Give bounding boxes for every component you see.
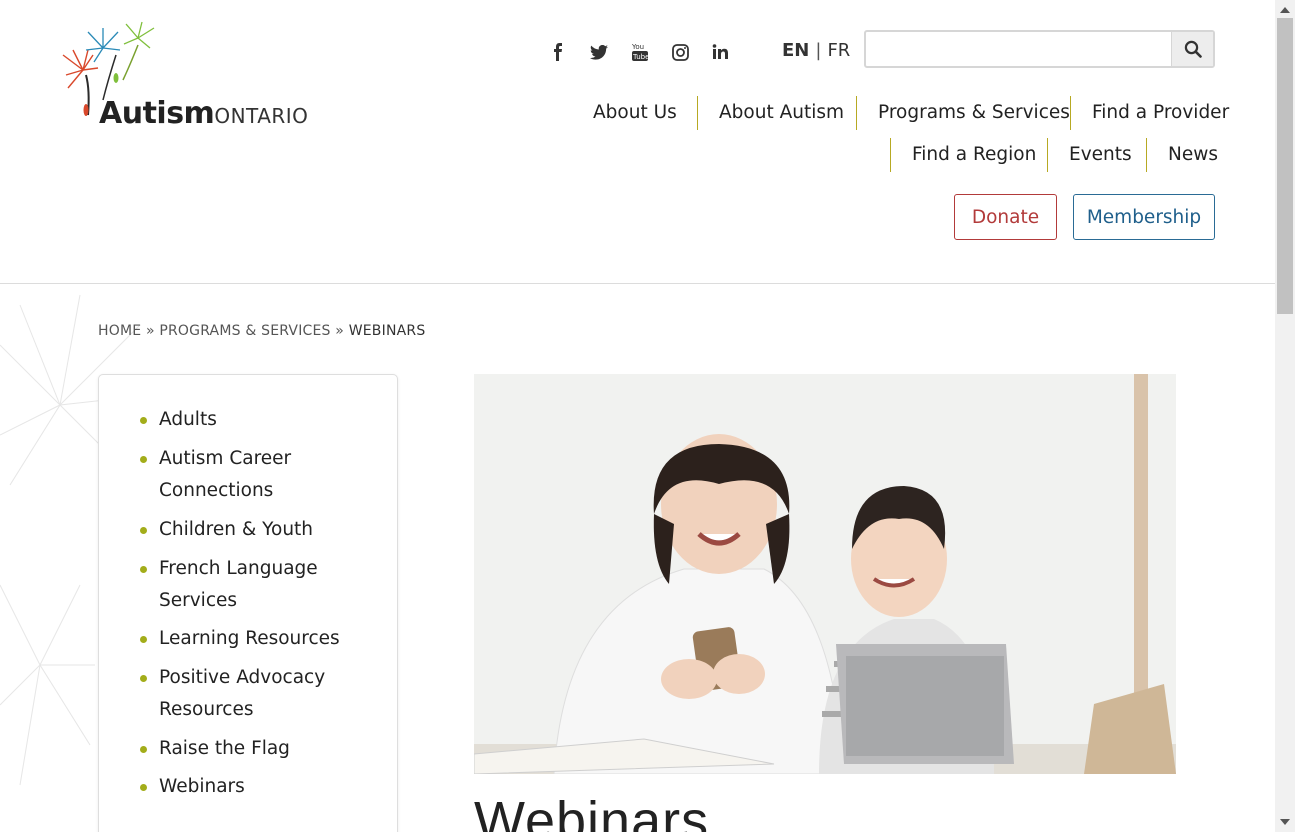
linkedin-icon[interactable] [712,40,729,64]
mother-child-phone-photo [474,374,1176,774]
sidebar-item-label: Learning Resources [159,628,340,649]
nav-about-autism[interactable]: About Autism [719,98,844,130]
sidebar-item-label: Raise the Flag [159,738,290,759]
youtube-icon[interactable]: You Tube [631,40,649,64]
search-button[interactable] [1171,32,1213,66]
sidebar-item-label: Autism Career Connections [159,448,292,501]
page-scrollbar[interactable] [1275,0,1295,832]
main-nav-row-1: About Us About Autism Programs & Service… [0,96,1275,132]
language-switcher: EN | FR [782,40,850,61]
nav-divider [856,96,857,130]
lang-fr-link[interactable]: FR [827,40,850,61]
bullet [140,566,147,573]
sidebar-item-autism-career-connections[interactable]: Autism Career Connections [140,443,379,507]
breadcrumb-separator: » [145,323,155,339]
svg-text:You: You [631,43,644,51]
bullet [140,527,147,534]
sidebar-item-label: Webinars [159,776,245,797]
nav-divider [697,96,698,130]
lang-separator: | [815,40,822,61]
lang-en-link[interactable]: EN [782,40,809,61]
main-content: HOME » PROGRAMS & SERVICES » WEBINARS Ad… [0,285,1275,832]
hero-image [474,374,1176,774]
page-title: Webinars [474,791,710,832]
sidebar-item-learning-resources[interactable]: Learning Resources [140,623,379,655]
sidebar-item-french-language-services[interactable]: French Language Services [140,553,379,617]
nav-events[interactable]: Events [1069,140,1132,172]
bullet [140,417,147,424]
breadcrumb-current: WEBINARS [348,323,426,339]
search-input[interactable] [872,36,1162,62]
sidebar-item-positive-advocacy-resources[interactable]: Positive Advocacy Resources [140,662,379,726]
scrollbar-thumb[interactable] [1277,18,1293,314]
bullet [140,636,147,643]
nav-news[interactable]: News [1168,140,1218,172]
site-header: AutismONTARIO You Tube EN | FR About Us Abo… [0,0,1275,284]
breadcrumb-programs-link[interactable]: PROGRAMS & SERVICES [159,323,330,339]
breadcrumb-home-link[interactable]: HOME [98,323,141,339]
search-icon [1184,40,1202,58]
sidebar-item-label: French Language Services [159,558,318,611]
bullet [140,784,147,791]
main-nav-row-2: Find a Region Events News [0,138,1275,174]
facebook-icon[interactable] [552,40,564,64]
sidebar-item-adults[interactable]: Adults [140,404,379,436]
sidebar-item-label: Adults [159,409,217,430]
nav-find-provider[interactable]: Find a Provider [1092,98,1229,130]
twitter-icon[interactable] [590,40,608,64]
sidebar-menu: Adults Autism Career Connections Childre… [98,374,398,832]
nav-programs-services[interactable]: Programs & Services [878,98,1070,130]
scroll-up-arrow-icon[interactable] [1280,7,1290,13]
nav-divider [890,138,891,172]
nav-divider [1047,138,1048,172]
nav-divider [1070,96,1071,130]
donate-button[interactable]: Donate [954,194,1057,240]
bullet [140,456,147,463]
breadcrumb-separator: » [335,323,345,339]
sidebar-item-children-youth[interactable]: Children & Youth [140,514,379,546]
instagram-icon[interactable] [672,40,689,64]
bullet [140,675,147,682]
breadcrumb: HOME » PROGRAMS & SERVICES » WEBINARS [98,323,425,339]
bullet [140,746,147,753]
sidebar-item-webinars[interactable]: Webinars [140,771,379,803]
sidebar-item-raise-the-flag[interactable]: Raise the Flag [140,733,379,765]
nav-about-us[interactable]: About Us [593,98,677,130]
scroll-down-arrow-icon[interactable] [1280,819,1290,825]
membership-button[interactable]: Membership [1073,194,1215,240]
sidebar-item-label: Children & Youth [159,519,314,540]
nav-find-region[interactable]: Find a Region [912,140,1036,172]
nav-divider [1146,138,1147,172]
sidebar-item-label: Positive Advocacy Resources [159,667,326,720]
svg-text:Tube: Tube [632,53,649,61]
search-box [864,30,1215,68]
